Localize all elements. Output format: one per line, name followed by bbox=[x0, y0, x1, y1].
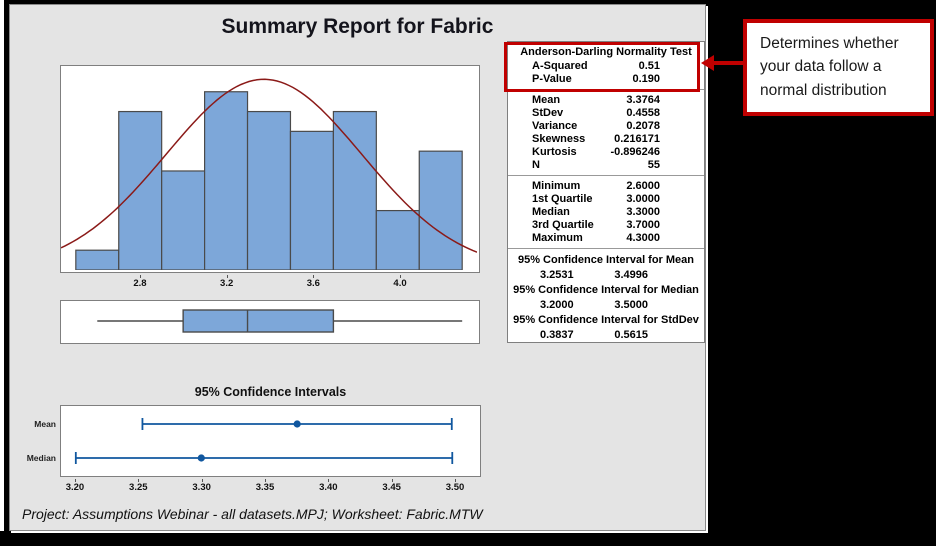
ci-point-marker bbox=[294, 420, 301, 427]
boxplot-panel bbox=[60, 300, 480, 344]
histogram-tick-label: 3.6 bbox=[307, 278, 320, 289]
report-title: Summary Report for Fabric bbox=[10, 15, 705, 39]
stat-row: Maximum 4.3000 bbox=[508, 232, 704, 245]
stat-value: -0.896246 bbox=[610, 146, 660, 159]
ci-plot-tick-label: 3.25 bbox=[129, 482, 148, 493]
stat-label: Minimum bbox=[532, 180, 580, 193]
stat-row: 3rd Quartile 3.7000 bbox=[508, 219, 704, 232]
stat-label: 1st Quartile bbox=[532, 193, 593, 206]
section-divider bbox=[508, 248, 704, 249]
ci-section-header: 95% Confidence Interval for Median bbox=[508, 283, 704, 298]
stat-label: Maximum bbox=[532, 232, 583, 245]
stat-row: Skewness 0.216171 bbox=[508, 133, 704, 146]
ci-plot-tick-label: 3.30 bbox=[192, 482, 211, 493]
callout-box: Determines whether your data follow a no… bbox=[743, 19, 934, 116]
histogram-bar bbox=[376, 211, 419, 270]
ci-section-header: 95% Confidence Interval for StdDev bbox=[508, 313, 704, 328]
stat-value: 55 bbox=[648, 159, 660, 172]
histogram-x-axis: 2.8 3.2 3.6 4.0 bbox=[60, 275, 480, 289]
stat-row: Median 3.3000 bbox=[508, 206, 704, 219]
stat-label: StDev bbox=[532, 107, 563, 120]
stat-row: Variance 0.2078 bbox=[508, 120, 704, 133]
ci-plot-x-axis: 3.20 3.25 3.30 3.35 3.40 3.45 3.50 bbox=[60, 479, 481, 493]
ci-section-values: 3.2531 3.4996 bbox=[508, 268, 704, 283]
ci-plot-title: 95% Confidence Intervals bbox=[60, 385, 481, 399]
ci-plot-chart bbox=[61, 406, 478, 474]
histogram-bar bbox=[119, 112, 162, 270]
ci-high-value: 0.5615 bbox=[614, 328, 648, 343]
ci-plot-panel bbox=[60, 405, 481, 477]
histogram-chart bbox=[61, 66, 477, 270]
ci-ylabel-mean: Mean bbox=[14, 419, 56, 429]
stat-value: 3.3000 bbox=[626, 206, 660, 219]
histogram-bar bbox=[248, 112, 291, 270]
ci-low-value: 3.2000 bbox=[540, 298, 574, 313]
histogram-panel bbox=[60, 65, 480, 273]
ci-low-value: 0.3837 bbox=[540, 328, 574, 343]
stat-value: 2.6000 bbox=[626, 180, 660, 193]
stat-value: 3.3764 bbox=[626, 94, 660, 107]
histogram-bar bbox=[162, 171, 205, 270]
stat-row: Minimum 2.6000 bbox=[508, 180, 704, 193]
histogram-bar bbox=[419, 151, 462, 270]
stat-value: 3.7000 bbox=[626, 219, 660, 232]
ci-high-value: 3.4996 bbox=[614, 268, 648, 283]
histogram-bar bbox=[290, 131, 333, 270]
stat-label: 3rd Quartile bbox=[532, 219, 594, 232]
boxplot-box bbox=[183, 310, 333, 332]
normality-test-highlight-box bbox=[504, 42, 700, 92]
callout-text: Determines whether your data follow a no… bbox=[760, 35, 899, 99]
ci-low-value: 3.2531 bbox=[540, 268, 574, 283]
ci-plot-tick-label: 3.40 bbox=[319, 482, 338, 493]
ci-plot-tick-label: 3.20 bbox=[66, 482, 85, 493]
ci-point-marker bbox=[198, 454, 205, 461]
ci-section-header: 95% Confidence Interval for Mean bbox=[508, 253, 704, 268]
report-footer: Project: Assumptions Webinar - all datas… bbox=[22, 506, 483, 522]
ci-section-values: 0.3837 0.5615 bbox=[508, 328, 704, 343]
histogram-tick-label: 3.2 bbox=[220, 278, 233, 289]
stat-row: 1st Quartile 3.0000 bbox=[508, 193, 704, 206]
callout-arrow-icon bbox=[700, 52, 744, 74]
page-edge-highlight bbox=[0, 0, 4, 531]
stat-label: Skewness bbox=[532, 133, 585, 146]
ci-ylabel-median: Median bbox=[14, 453, 56, 463]
stat-label: Kurtosis bbox=[532, 146, 577, 159]
stat-value: 3.0000 bbox=[626, 193, 660, 206]
ci-high-value: 3.5000 bbox=[614, 298, 648, 313]
stat-row: N 55 bbox=[508, 159, 704, 172]
stat-value: 4.3000 bbox=[626, 232, 660, 245]
histogram-bar bbox=[205, 92, 248, 270]
stat-label: Median bbox=[532, 206, 570, 219]
ci-plot-tick-label: 3.35 bbox=[256, 482, 275, 493]
stat-value: 0.2078 bbox=[626, 120, 660, 133]
histogram-tick-label: 2.8 bbox=[133, 278, 146, 289]
histogram-tick-label: 4.0 bbox=[393, 278, 406, 289]
summary-report-panel: Summary Report for Fabric 2.8 3.2 3.6 4.0 9… bbox=[9, 4, 706, 531]
ci-section-values: 3.2000 3.5000 bbox=[508, 298, 704, 313]
boxplot-chart bbox=[61, 301, 477, 341]
stat-row: StDev 0.4558 bbox=[508, 107, 704, 120]
stat-label: Mean bbox=[532, 94, 560, 107]
histogram-bar bbox=[333, 112, 376, 270]
ci-plot-tick-label: 3.45 bbox=[382, 482, 401, 493]
ci-plot-tick-label: 3.50 bbox=[446, 482, 465, 493]
stat-value: 0.4558 bbox=[626, 107, 660, 120]
stat-label: N bbox=[532, 159, 540, 172]
stat-row: Mean 3.3764 bbox=[508, 94, 704, 107]
section-divider bbox=[508, 175, 704, 176]
stat-value: 0.216171 bbox=[614, 133, 660, 146]
histogram-bar bbox=[76, 250, 119, 270]
stat-label: Variance bbox=[532, 120, 577, 133]
stat-row: Kurtosis -0.896246 bbox=[508, 146, 704, 159]
screenshot-canvas: Summary Report for Fabric 2.8 3.2 3.6 4.0 9… bbox=[0, 0, 936, 546]
